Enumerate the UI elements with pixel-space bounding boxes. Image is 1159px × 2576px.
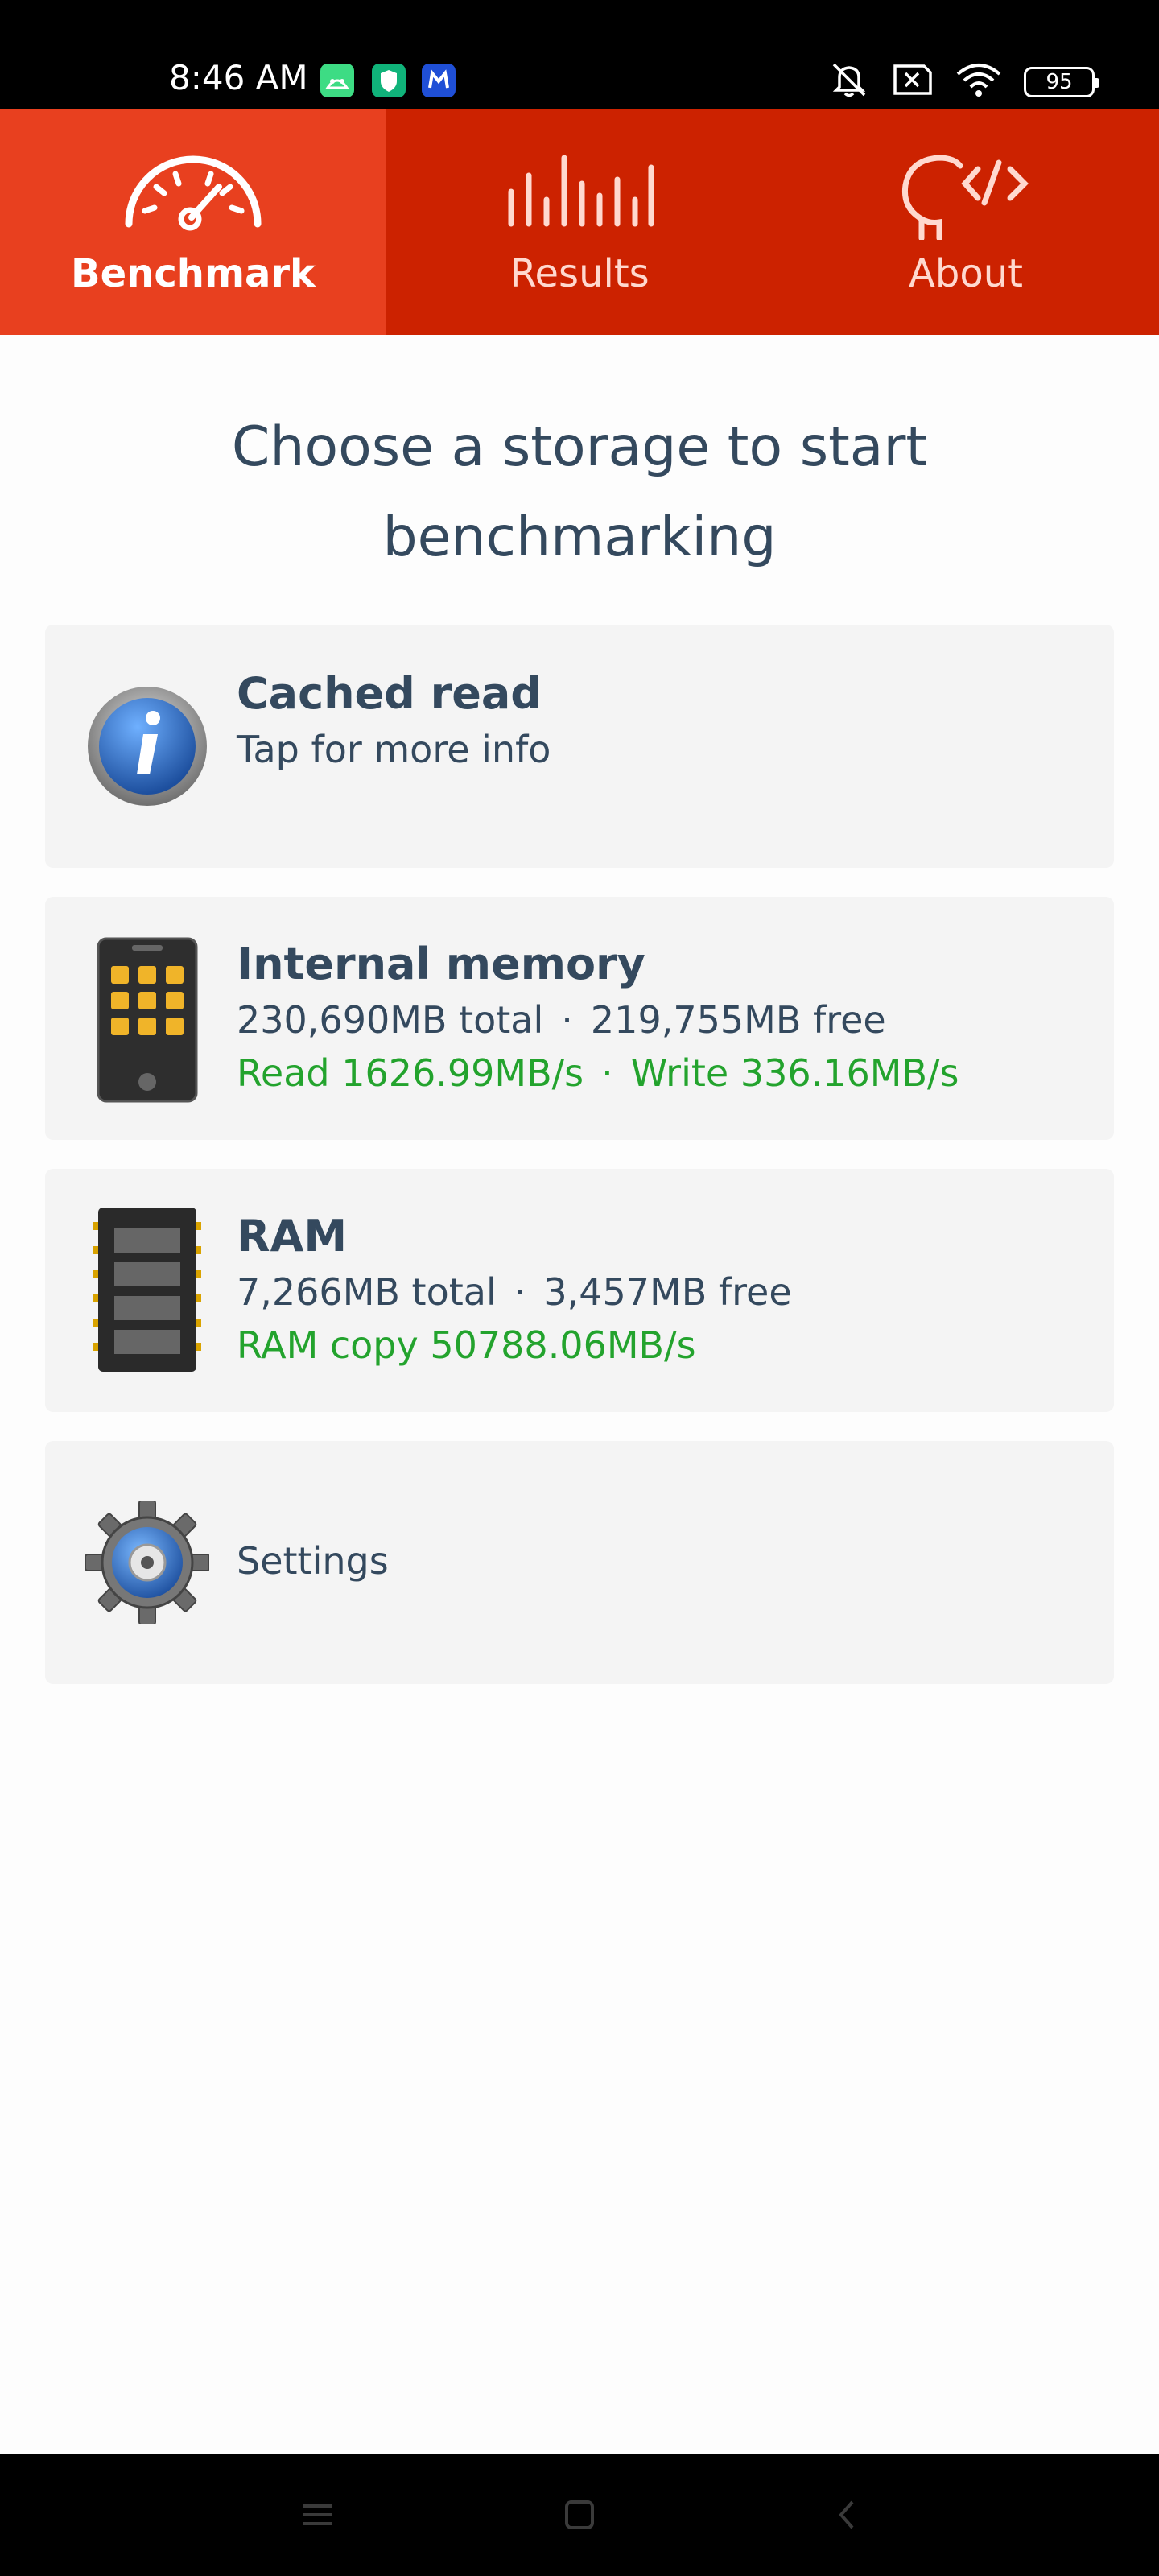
ram-title: RAM xyxy=(237,1211,348,1261)
internal-memory-card[interactable]: Internal memory 230,690MB total · 219,755M… xyxy=(45,897,1114,1140)
heading-line-1: Choose a storage to start xyxy=(231,415,928,479)
head-code-icon xyxy=(897,151,1034,244)
separator: · xyxy=(601,1051,613,1095)
speedometer-icon xyxy=(121,151,266,236)
wifi-icon xyxy=(955,61,1003,102)
cached-read-title: Cached read xyxy=(237,668,542,719)
settings-card[interactable]: Settings xyxy=(45,1441,1114,1684)
phone-icon xyxy=(97,937,198,1107)
ram-copy-speed: RAM copy 50788.06MB/s xyxy=(237,1323,696,1367)
info-icon xyxy=(85,684,209,812)
internal-total: 230,690MB total xyxy=(237,998,544,1042)
ram-chip-icon xyxy=(93,1206,201,1377)
status-icons: 95 xyxy=(827,61,1099,102)
internal-free: 219,755MB free xyxy=(590,998,886,1042)
ram-card[interactable]: RAM 7,266MB total · 3,457MB free RAM copy … xyxy=(45,1169,1114,1412)
android-icon xyxy=(320,64,354,97)
m-app-icon xyxy=(422,64,456,97)
separator: · xyxy=(561,998,573,1042)
gear-icon xyxy=(85,1500,210,1629)
separator: · xyxy=(514,1270,526,1314)
internal-read-speed: Read 1626.99MB/s xyxy=(237,1051,584,1095)
shield-app-icon xyxy=(372,64,406,97)
tab-about-label: About xyxy=(909,251,1023,296)
internal-memory-capacity: 230,690MB total · 219,755MB free xyxy=(237,998,886,1042)
back-icon[interactable] xyxy=(821,2489,872,2541)
tab-benchmark[interactable]: Benchmark xyxy=(0,109,386,335)
status-time: 8:46 AM xyxy=(169,58,308,97)
navigation-bar xyxy=(0,2454,1159,2576)
heading-line-2: benchmarking xyxy=(382,506,777,569)
cached-read-card[interactable]: Cached read Tap for more info xyxy=(45,625,1114,868)
mute-icon xyxy=(827,61,871,102)
menu-icon[interactable] xyxy=(291,2489,343,2541)
sim-off-icon xyxy=(892,63,934,101)
tab-benchmark-label: Benchmark xyxy=(71,251,316,296)
status-bar: 8:46 AM 95 xyxy=(0,0,1159,109)
tab-bar: Benchmark Results About xyxy=(0,109,1159,335)
ram-free: 3,457MB free xyxy=(543,1270,792,1314)
settings-label: Settings xyxy=(237,1539,389,1583)
ram-total: 7,266MB total xyxy=(237,1270,497,1314)
page-heading: Choose a storage to start benchmarking xyxy=(161,402,998,583)
internal-memory-title: Internal memory xyxy=(237,939,645,989)
ram-capacity: 7,266MB total · 3,457MB free xyxy=(237,1270,792,1314)
battery-icon: 95 xyxy=(1024,66,1099,97)
internal-memory-speed: Read 1626.99MB/s · Write 336.16MB/s xyxy=(237,1051,959,1095)
home-icon[interactable] xyxy=(554,2489,605,2541)
tab-results-label: Results xyxy=(509,251,650,296)
tab-about[interactable]: About xyxy=(773,109,1159,335)
internal-write-speed: Write 336.16MB/s xyxy=(630,1051,959,1095)
cached-read-subtitle: Tap for more info xyxy=(237,728,551,771)
tab-results[interactable]: Results xyxy=(386,109,773,335)
bars-icon xyxy=(503,151,656,236)
battery-level: 95 xyxy=(1046,69,1073,94)
